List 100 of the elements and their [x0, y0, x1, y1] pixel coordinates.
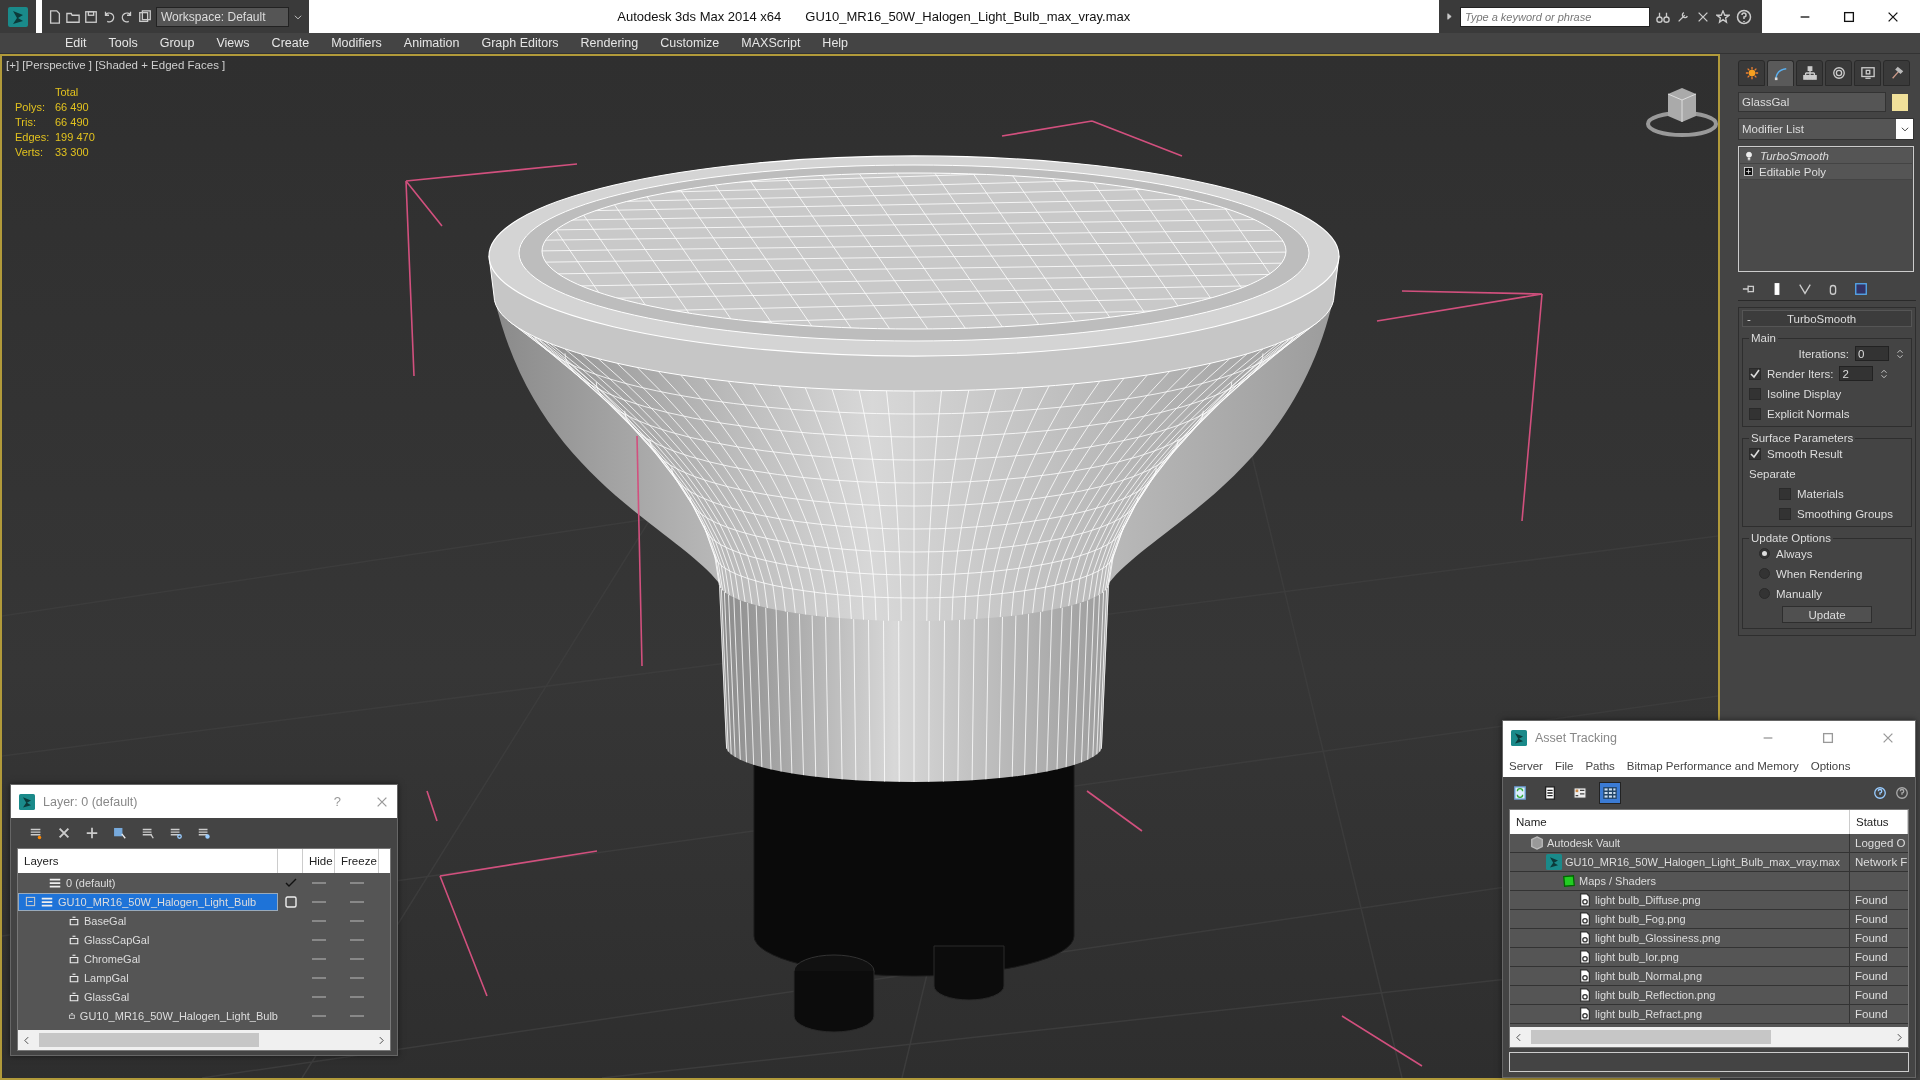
panel-tab[interactable]: [1883, 60, 1910, 86]
scroll-left-icon[interactable]: [22, 1035, 31, 1045]
scroll-right-icon[interactable]: [377, 1035, 386, 1045]
radio-button[interactable]: [1759, 588, 1770, 599]
column-header[interactable]: Hide: [303, 849, 335, 873]
layer-settings-icon[interactable]: [197, 826, 211, 840]
asset-name-cell[interactable]: light bulb_Diffuse.png: [1510, 891, 1850, 909]
delete-icon[interactable]: [57, 826, 71, 840]
layer-row[interactable]: 0 (default): [18, 873, 278, 892]
menu-item[interactable]: Views: [205, 36, 261, 50]
layer-row[interactable]: GU10_MR16_50W_Halogen_Light_Bulb: [18, 892, 278, 911]
menu-item[interactable]: File: [1554, 759, 1574, 772]
asset-name-cell[interactable]: light bulb_Reflection.png: [1510, 986, 1850, 1004]
menu-item[interactable]: Customize: [649, 36, 731, 50]
checkbox[interactable]: [1749, 367, 1761, 380]
menu-item[interactable]: Tools: [97, 36, 149, 50]
object-row[interactable]: ChromeGal: [18, 949, 278, 968]
menu-item[interactable]: Edit: [54, 36, 98, 50]
object-row[interactable]: GU10_MR16_50W_Halogen_Light_Bulb: [18, 1006, 278, 1025]
panel-tab[interactable]: [1738, 60, 1765, 86]
update-button[interactable]: Update: [1782, 606, 1872, 623]
panel-tab[interactable]: [1767, 60, 1794, 86]
radio-button[interactable]: [1759, 568, 1770, 579]
asset-name-cell[interactable]: light bulb_Glossiness.png: [1510, 929, 1850, 947]
help-icon[interactable]: [1736, 8, 1752, 25]
menu-item[interactable]: Graph Editors: [470, 36, 570, 50]
new-file-icon[interactable]: [48, 9, 62, 24]
asset-name-cell[interactable]: light bulb_Fog.png: [1510, 910, 1850, 928]
menu-item[interactable]: Options: [1810, 759, 1851, 772]
menu-item[interactable]: Rendering: [569, 36, 650, 50]
panel-tab[interactable]: [1796, 60, 1823, 86]
color-swatch[interactable]: [1892, 93, 1908, 111]
spinner-arrows-icon[interactable]: [1879, 368, 1890, 379]
save-icon[interactable]: [84, 9, 98, 24]
stack-item[interactable]: Editable Poly: [1740, 164, 1912, 180]
undo-icon[interactable]: [102, 9, 116, 24]
object-row[interactable]: GlassGal: [18, 987, 278, 1006]
curve-icon[interactable]: [1773, 66, 1788, 81]
expand-icon[interactable]: [1744, 167, 1753, 176]
monitor-icon[interactable]: [1860, 66, 1875, 80]
layer-checkbox-icon[interactable]: [284, 895, 297, 908]
checkbox[interactable]: [1749, 387, 1761, 400]
horizontal-scrollbar[interactable]: [18, 1030, 390, 1050]
new-layer-icon[interactable]: [29, 826, 43, 840]
column-header[interactable]: Freeze: [335, 849, 379, 873]
maximize-icon[interactable]: [1842, 9, 1856, 24]
column-header[interactable]: Layers: [18, 849, 278, 873]
asset-name-cell[interactable]: Maps / Shaders: [1510, 872, 1850, 890]
hierarchy-icon[interactable]: [1802, 66, 1817, 80]
hammer-icon[interactable]: [1889, 66, 1904, 80]
target-icon[interactable]: [1831, 66, 1846, 80]
scroll-left-icon[interactable]: [1514, 1032, 1523, 1042]
spinner-field[interactable]: 2: [1839, 366, 1874, 381]
select-layer-icon[interactable]: [141, 826, 155, 840]
menu-item[interactable]: Server: [1509, 759, 1543, 772]
menu-item[interactable]: Animation: [392, 36, 471, 50]
object-row[interactable]: LampGal: [18, 968, 278, 987]
wrench-icon[interactable]: [1676, 9, 1690, 24]
caret-icon[interactable]: [1445, 12, 1454, 21]
panel-tab[interactable]: [1825, 60, 1852, 86]
object-name-field[interactable]: GlassGal: [1738, 92, 1886, 112]
configure-icon[interactable]: [1854, 282, 1868, 296]
menu-item[interactable]: Help: [811, 36, 860, 50]
help-icon[interactable]: [1895, 786, 1909, 800]
app-menu-button[interactable]: [0, 0, 36, 33]
menu-item[interactable]: MAXScript: [730, 36, 812, 50]
radio-button[interactable]: [1759, 548, 1770, 559]
make-unique-icon[interactable]: [1798, 282, 1812, 296]
current-layer-check-icon[interactable]: [284, 876, 297, 889]
menu-item[interactable]: Modifiers: [320, 36, 393, 50]
rollout-header[interactable]: - TurboSmooth: [1742, 310, 1912, 327]
help-icon[interactable]: [1873, 786, 1887, 800]
redo-icon[interactable]: [120, 9, 134, 24]
spinner-field[interactable]: 0: [1855, 346, 1889, 361]
modifier-list-dropdown[interactable]: Modifier List: [1738, 118, 1914, 140]
checkbox[interactable]: [1779, 507, 1791, 520]
add-icon[interactable]: [85, 826, 99, 840]
lightbulb-icon[interactable]: [1744, 150, 1754, 161]
spinner-arrows-icon[interactable]: [1895, 348, 1905, 359]
select-objects-icon[interactable]: [113, 826, 127, 840]
search-field[interactable]: Type a keyword or phrase: [1460, 6, 1650, 27]
sun-icon[interactable]: [1744, 66, 1759, 80]
chevron-down-icon[interactable]: [1899, 124, 1910, 134]
app-logo-icon[interactable]: [8, 6, 28, 27]
checkbox[interactable]: [1749, 447, 1761, 460]
horizontal-scrollbar[interactable]: [1510, 1027, 1908, 1047]
asset-name-cell[interactable]: light bulb_Ior.png: [1510, 948, 1850, 966]
star-icon[interactable]: [1716, 9, 1730, 24]
object-row[interactable]: GlassCapGal: [18, 930, 278, 949]
stack-item[interactable]: TurboSmooth: [1740, 148, 1912, 164]
menu-item[interactable]: Create: [260, 36, 321, 50]
workspace-dropdown[interactable]: Workspace: Default: [156, 6, 289, 27]
checkbox[interactable]: [1779, 487, 1791, 500]
panel-tab[interactable]: [1854, 60, 1881, 86]
asset-name-cell[interactable]: GU10_MR16_50W_Halogen_Light_Bulb_max_vray.max: [1510, 853, 1850, 871]
collapse-icon[interactable]: [25, 896, 36, 907]
column-header[interactable]: Status: [1850, 810, 1908, 834]
asset-name-cell[interactable]: light bulb_Normal.png: [1510, 967, 1850, 985]
asset-name-cell[interactable]: light bulb_Refract.png: [1510, 1005, 1850, 1023]
asset-name-cell[interactable]: Autodesk Vault: [1510, 834, 1850, 852]
